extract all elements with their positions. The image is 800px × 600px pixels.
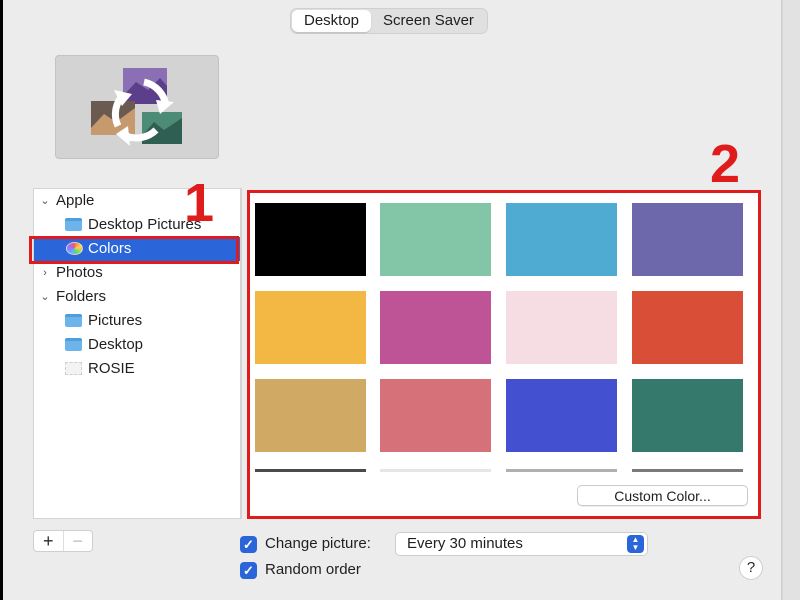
color-wheel-icon xyxy=(66,242,83,255)
color-swatch[interactable] xyxy=(506,203,617,276)
folder-icon xyxy=(65,218,82,231)
tab-screen-saver[interactable]: Screen Saver xyxy=(371,10,486,32)
color-swatch[interactable] xyxy=(255,379,366,452)
source-list: ⌄ Apple Desktop Pictures Colors › Photos… xyxy=(33,188,241,519)
sidebar-group-label: Folders xyxy=(56,288,107,305)
sidebar-group-folders[interactable]: ⌄ Folders xyxy=(34,285,240,309)
sidebar-item-pictures[interactable]: Pictures xyxy=(34,309,240,333)
help-button[interactable]: ? xyxy=(739,556,763,580)
color-swatch[interactable] xyxy=(632,469,743,472)
interval-value: Every 30 minutes xyxy=(407,535,523,552)
step-number-1: 1 xyxy=(184,173,215,233)
desktop-preview xyxy=(55,55,219,159)
updown-arrows-icon: ▲ ▼ xyxy=(627,535,644,553)
color-swatch[interactable] xyxy=(380,469,491,472)
color-swatch[interactable] xyxy=(380,379,491,452)
color-swatch[interactable] xyxy=(380,203,491,276)
folder-icon xyxy=(65,338,82,351)
color-swatch[interactable] xyxy=(255,203,366,276)
folder-icon xyxy=(65,314,82,327)
chevron-down-icon[interactable]: ⌄ xyxy=(39,285,51,309)
tab-segmented-control: Desktop Screen Saver xyxy=(290,8,488,34)
color-swatch-grid: Custom Color... xyxy=(247,190,761,519)
tab-desktop[interactable]: Desktop xyxy=(292,10,372,32)
sidebar-item-rosie[interactable]: ROSIE xyxy=(34,357,240,381)
add-remove-control: + − xyxy=(33,530,93,552)
change-picture-label: Change picture: xyxy=(265,535,371,552)
color-swatch[interactable] xyxy=(255,469,366,472)
sidebar-item-label: Colors xyxy=(88,240,132,257)
random-order-checkbox[interactable]: ✓ xyxy=(240,562,257,579)
sidebar-item-colors[interactable]: Colors xyxy=(34,237,240,261)
remove-folder-button[interactable]: − xyxy=(62,531,93,551)
color-swatch[interactable] xyxy=(506,291,617,364)
sidebar-item-label: Pictures xyxy=(88,312,143,329)
color-swatch[interactable] xyxy=(632,203,743,276)
document-icon xyxy=(65,362,82,375)
color-swatch[interactable] xyxy=(506,469,617,472)
random-order-label: Random order xyxy=(265,561,361,578)
split-divider[interactable] xyxy=(241,188,242,519)
color-swatch[interactable] xyxy=(632,379,743,452)
color-swatch[interactable] xyxy=(506,379,617,452)
sidebar-group-label: Photos xyxy=(56,264,103,281)
sidebar-item-label: Desktop xyxy=(88,336,144,353)
window-edge xyxy=(782,0,800,600)
chevron-down-icon[interactable]: ⌄ xyxy=(39,189,51,213)
change-picture-checkbox[interactable]: ✓ xyxy=(240,536,257,553)
change-interval-select[interactable]: Every 30 minutes ▲ ▼ xyxy=(395,532,648,556)
custom-color-button[interactable]: Custom Color... xyxy=(577,485,748,506)
sidebar-group-label: Apple xyxy=(56,192,95,209)
sidebar-item-desktop[interactable]: Desktop xyxy=(34,333,240,357)
sidebar-group-photos[interactable]: › Photos xyxy=(34,261,240,285)
chevron-right-icon[interactable]: › xyxy=(39,261,51,285)
step-number-2: 2 xyxy=(710,134,741,194)
color-swatch[interactable] xyxy=(255,291,366,364)
add-folder-button[interactable]: + xyxy=(34,531,63,551)
rotating-pictures-icon xyxy=(91,68,182,146)
color-swatch[interactable] xyxy=(632,291,743,364)
color-swatch[interactable] xyxy=(380,291,491,364)
sidebar-item-label: ROSIE xyxy=(88,360,135,377)
